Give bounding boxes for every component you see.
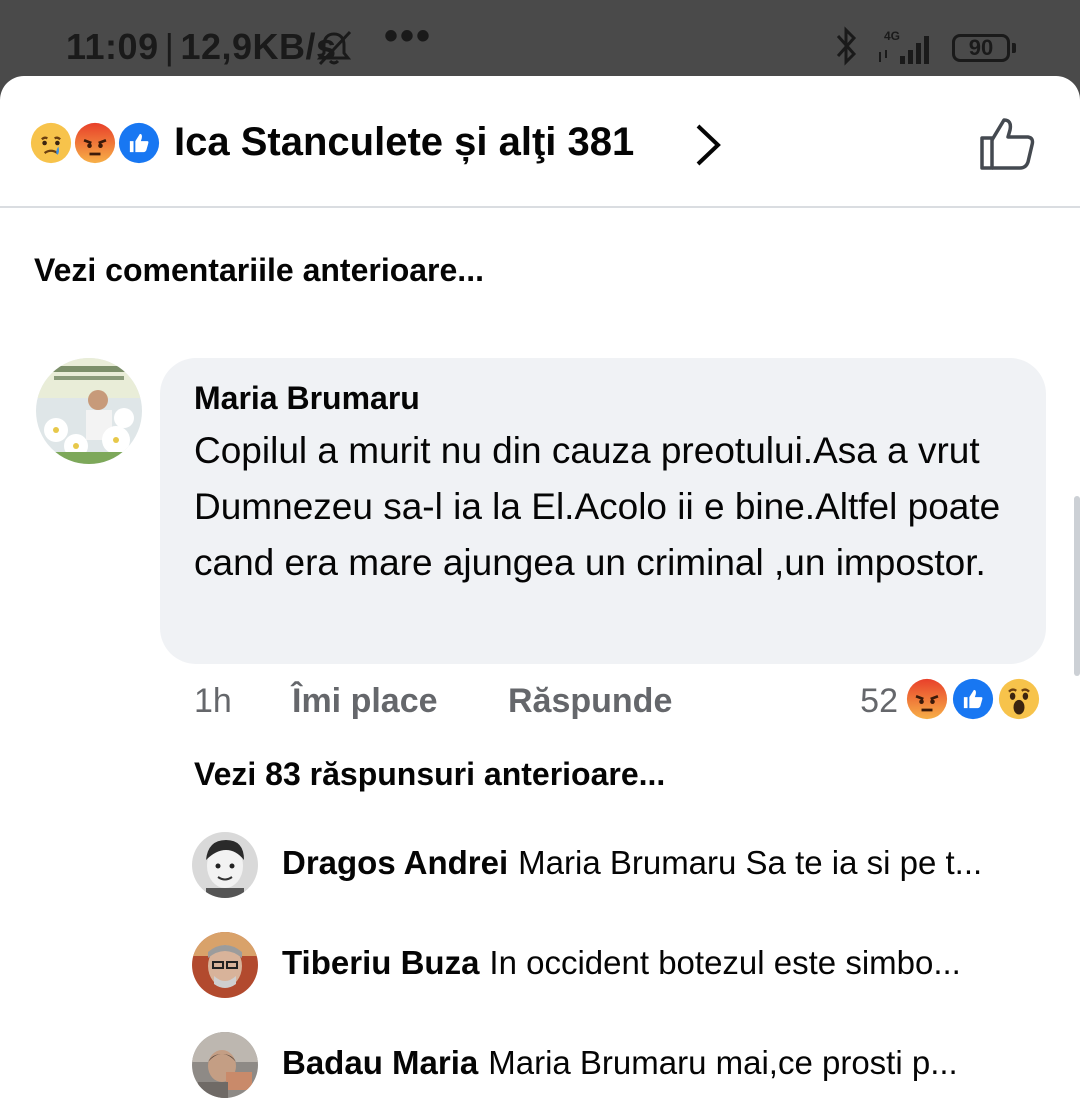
avatar[interactable] — [36, 358, 142, 464]
reply-snippet: Maria Brumaru Sa te ia si pe t... — [518, 844, 983, 881]
status-time: 11:09 — [66, 26, 159, 67]
like-icon — [116, 120, 162, 166]
wow-icon — [996, 676, 1042, 722]
avatar[interactable] — [192, 1032, 258, 1098]
signal-icon: 4G — [879, 29, 929, 64]
reactions-header[interactable]: Ica Stanculete și alţi 381 — [0, 76, 1080, 208]
like-button[interactable]: Îmi place — [292, 682, 438, 721]
comment-actions: 1h Îmi place Răspunde 52 — [194, 676, 1044, 732]
avatar[interactable] — [192, 832, 258, 898]
reply-author[interactable]: Dragos Andrei — [282, 844, 508, 881]
avatar-image — [36, 358, 142, 464]
avatar-image — [192, 932, 258, 998]
avatar-image — [192, 832, 258, 898]
reply-text: Badau Maria Maria Brumaru mai,ce prosti p… — [282, 1044, 1042, 1082]
sad-icon — [28, 120, 74, 166]
thumbs-up-icon[interactable] — [976, 112, 1038, 174]
reply-item[interactable]: Badau Maria Maria Brumaru mai,ce prosti p… — [192, 1032, 1052, 1102]
reply-button[interactable]: Răspunde — [508, 682, 672, 721]
reply-text: Dragos Andrei Maria Brumaru Sa te ia si p… — [282, 844, 1042, 882]
reply-snippet: In occident botezul este simbo... — [489, 944, 961, 981]
avatar-image — [192, 1032, 258, 1098]
scrollbar[interactable] — [1074, 496, 1080, 676]
reply-item[interactable]: Tiberiu Buza In occident botezul este sim… — [192, 932, 1052, 1002]
reply-text: Tiberiu Buza In occident botezul este sim… — [282, 944, 1042, 982]
reply-author[interactable]: Tiberiu Buza — [282, 944, 479, 981]
reaction-count[interactable]: 52 — [860, 682, 898, 721]
comment-reactions[interactable] — [904, 676, 1044, 726]
angry-icon — [72, 120, 118, 166]
more-notifications-icon: ••• — [384, 14, 433, 58]
bell-muted-icon — [316, 30, 352, 66]
chevron-right-icon[interactable] — [690, 122, 726, 168]
reply-item[interactable]: Dragos Andrei Maria Brumaru Sa te ia si p… — [192, 832, 1052, 902]
angry-icon — [904, 676, 950, 722]
battery-indicator: 90 — [952, 34, 1016, 62]
see-previous-comments-link[interactable]: Vezi comentariile anterioare... — [34, 252, 484, 289]
reply-snippet: Maria Brumaru mai,ce prosti p... — [488, 1044, 958, 1081]
like-icon — [950, 676, 996, 722]
status-separator: | — [164, 26, 175, 67]
comments-sheet: Ica Stanculete și alţi 381 Vezi comentar… — [0, 76, 1080, 1116]
reply-author[interactable]: Badau Maria — [282, 1044, 478, 1081]
see-previous-replies-link[interactable]: Vezi 83 răspunsuri anterioare... — [194, 756, 665, 793]
avatar[interactable] — [192, 932, 258, 998]
header-reactions — [28, 118, 168, 168]
comment-text: Copilul a murit nu din cauza preotului.A… — [194, 430, 1001, 583]
status-time-speed: 11:09 | 12,9KB/s — [66, 26, 337, 68]
bluetooth-icon — [836, 26, 857, 66]
comment-author[interactable]: Maria Brumaru — [194, 380, 1012, 417]
comment-time: 1h — [194, 682, 232, 720]
reactions-summary[interactable]: Ica Stanculete și alţi 381 — [174, 120, 634, 165]
comment-bubble[interactable]: Maria Brumaru Copilul a murit nu din cau… — [160, 358, 1046, 664]
network-type: 4G — [884, 29, 900, 43]
